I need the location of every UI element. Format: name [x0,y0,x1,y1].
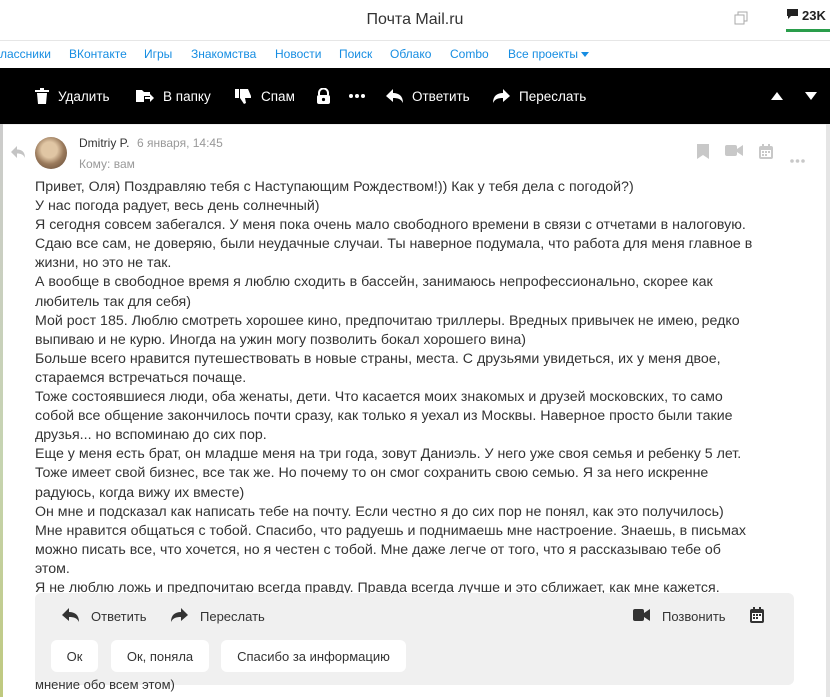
body-line-partial: мнение обо всем этом) [35,677,175,692]
reply-label: Ответить [412,88,470,104]
call-label: Позвонить [662,608,726,624]
portal-link-odnoklassniki[interactable]: лассники [0,47,51,61]
chevron-down-icon [581,52,590,58]
body-line: собой все общение закончилось почти сраз… [35,408,733,425]
folder-move-icon [136,88,154,104]
next-message-button[interactable] [805,68,817,124]
body-line: друзья... но вспоминаю до сих пор. [35,427,267,444]
body-line: Мне нравится общаться с тобой. Спасибо, … [35,522,746,539]
body-line: Я сегодня совсем забегался. У меня пока … [35,217,746,234]
portal-link-combo[interactable]: Combo [450,47,489,61]
scrollbar-track[interactable] [826,124,830,697]
quick-reply-ok[interactable]: Ок [51,640,98,672]
move-label: В папку [163,88,211,104]
window-title: Почта Mail.ru [366,11,464,28]
reply-arrow-icon [62,607,79,625]
arrow-down-icon [805,92,817,100]
forward-label: Переслать [519,88,587,104]
body-line: выпиваю и не курю. Иногда на ужин могу п… [35,331,527,348]
more-dots-icon[interactable] [790,150,805,168]
reply-button[interactable]: Ответить [386,68,470,124]
video-camera-icon [633,608,650,624]
portal-link-games[interactable]: Игры [144,47,172,61]
forward-arrow-icon [171,607,188,625]
badge-underline [786,29,830,32]
body-line: Больше всего нравится путешествовать в н… [35,350,721,367]
body-line: стараемся встречаться почаще. [35,369,247,386]
all-projects-label: Все проекты [508,47,579,61]
reply-arrow-icon [386,89,403,103]
body-line: Еще у меня есть брат, он младше меня на … [35,446,742,463]
portal-link-search[interactable]: Поиск [339,47,372,61]
reply-bar-forward-label: Переслать [200,608,265,624]
video-camera-icon[interactable] [725,144,743,162]
portal-nav: лассники ВКонтакте Игры Знакомства Новос… [0,41,830,69]
notification-badge[interactable]: 23K [786,8,826,23]
call-button[interactable]: Позвонить [633,608,726,624]
body-line: Тоже состоявшиеся люди, оба женаты, дети… [35,389,723,406]
body-line: А вообще в свободное время я люблю сходи… [35,274,713,291]
forward-button[interactable]: Переслать [493,68,586,124]
spam-label: Спам [261,88,295,104]
speech-bubble-icon [786,8,799,23]
forward-arrow-icon [493,89,510,103]
message-body: Привет, Оля) Поздравляю тебя с Наступающ… [35,178,805,598]
body-line: Он мне и подсказал как написать тебе на … [35,503,724,520]
notification-count: 23K [802,8,826,23]
quick-reply-ok-understood[interactable]: Ок, поняла [111,640,209,672]
trash-icon [35,88,49,104]
reply-bar-reply-label: Ответить [91,608,147,624]
back-arrow-icon[interactable] [11,145,25,163]
message-toolbar: Удалить В папку Спам Ответить Переслать [0,68,830,124]
arrow-up-icon [771,92,783,100]
sender-avatar[interactable] [35,137,67,169]
body-line: радуюсь, когда вижу их вместе) [35,484,245,501]
calendar-icon [750,606,764,626]
sender-name[interactable]: Dmitriy P. [79,136,129,150]
window-titlebar: Почта Mail.ru 23K [0,0,830,41]
restore-window-icon[interactable] [734,11,748,25]
body-line: этом. [35,560,70,577]
delete-button[interactable]: Удалить [35,68,110,124]
body-line: Мой рост 185. Люблю смотреть хорошее кин… [35,312,740,329]
bookmark-icon[interactable] [697,144,709,164]
recipient-line: Кому: вам [79,157,135,171]
body-line: любитель так для себя) [35,293,191,310]
quick-reply-thanks-for-info[interactable]: Спасибо за информацию [221,640,406,672]
thumbs-down-icon [235,88,252,104]
body-line: Сдаю все сам, не доверяю, были неудачные… [35,236,753,253]
body-line: Привет, Оля) Поздравляю тебя с Наступающ… [35,179,634,195]
portal-link-vkontakte[interactable]: ВКонтакте [69,47,127,61]
lock-button[interactable] [316,68,331,124]
lock-icon [316,88,331,104]
body-line: жизни, но это не так. [35,255,172,272]
more-dots-icon [349,94,365,98]
message-date: 6 января, 14:45 [137,136,223,150]
previous-message-button[interactable] [771,68,783,124]
calendar-icon[interactable] [759,144,773,164]
reply-bar-forward-button[interactable]: Переслать [171,607,265,625]
more-actions-button[interactable] [349,68,365,124]
reply-bar-reply-button[interactable]: Ответить [62,607,147,625]
portal-link-dating[interactable]: Знакомства [191,47,256,61]
portal-link-news[interactable]: Новости [275,47,321,61]
body-line: У нас погода радует, весь день солнечный… [35,198,320,215]
body-line: Тоже имеет свой бизнес, все так же. Но п… [35,465,709,482]
portal-link-all-projects[interactable]: Все проекты [508,47,590,61]
portal-link-cloud[interactable]: Облако [390,47,431,61]
move-to-folder-button[interactable]: В папку [136,68,211,124]
schedule-button[interactable] [750,606,764,626]
delete-label: Удалить [58,88,110,104]
body-line: можно писать все, что хочется, но я чест… [35,541,721,558]
spam-button[interactable]: Спам [235,68,295,124]
